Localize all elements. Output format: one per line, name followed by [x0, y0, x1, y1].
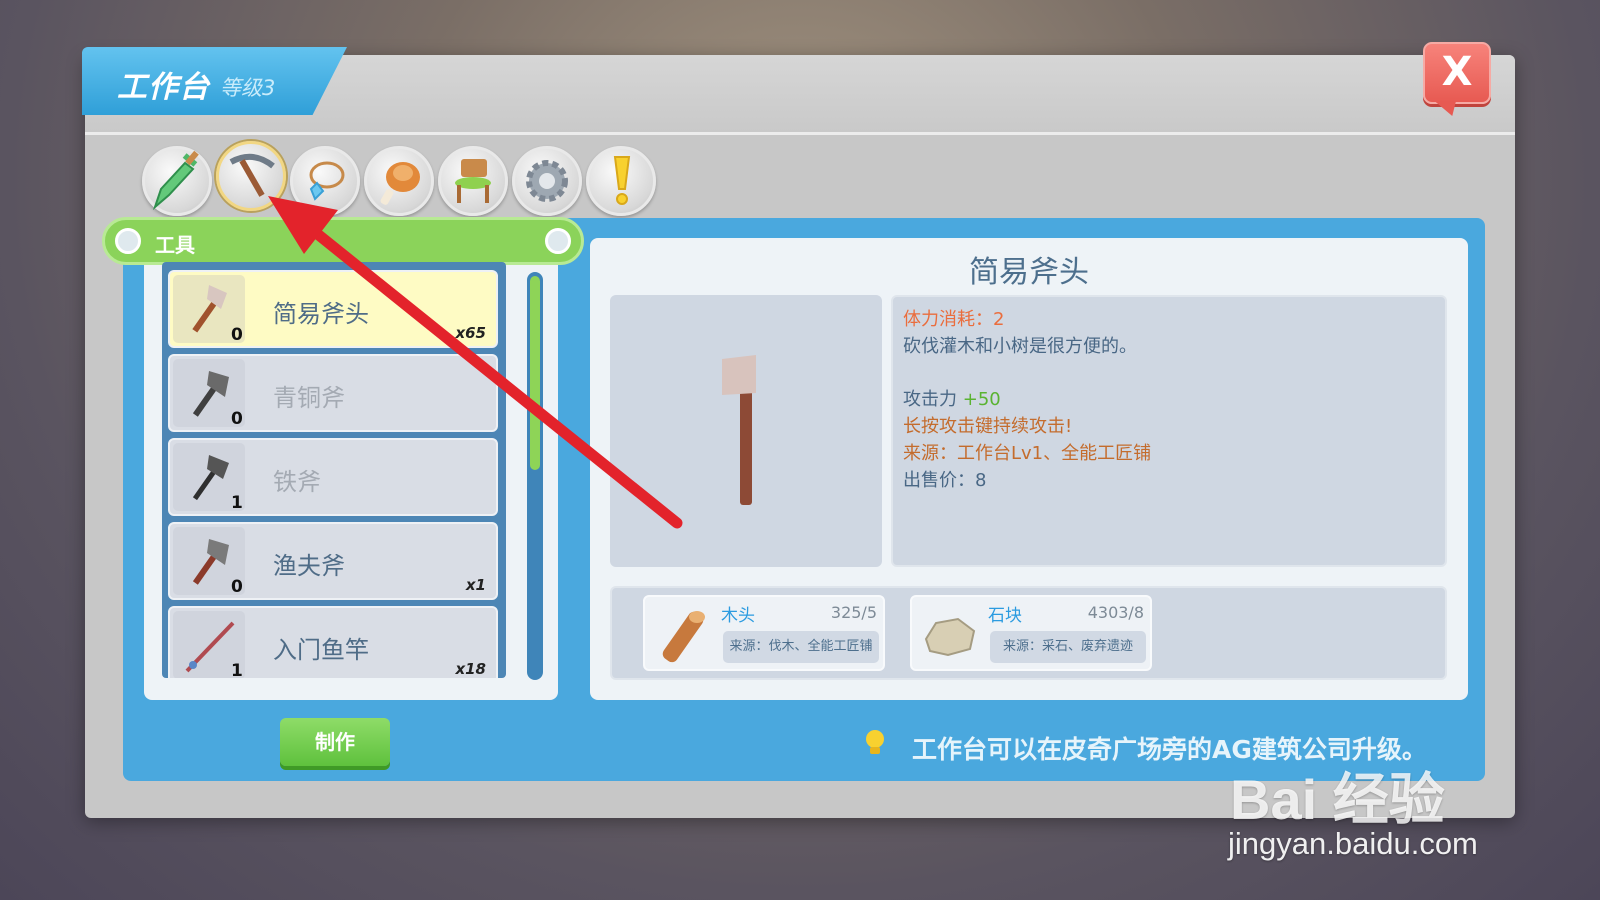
price-line: 出售价：8: [903, 466, 986, 492]
material-source: 来源：采石、废弃遗迹: [990, 631, 1146, 663]
item-name: 简易斧头: [273, 300, 369, 328]
close-button[interactable]: X: [1423, 42, 1491, 104]
item-thumb: 0: [173, 359, 245, 429]
category-furniture-tab[interactable]: [438, 146, 508, 216]
item-name: 青铜斧: [273, 384, 345, 412]
material-source: 来源：伐木、全能工匠铺: [723, 631, 879, 663]
simple-axe-icon: [722, 355, 756, 505]
hold-attack-hint: 长按攻击键持续攻击!: [903, 416, 1073, 437]
list-item-bronze-axe[interactable]: 0 青铜斧: [168, 354, 498, 432]
item-count: 0: [231, 325, 243, 345]
category-tools-tab[interactable]: [216, 141, 286, 211]
item-count: 0: [231, 409, 243, 429]
baidu-watermark-logo: Bai 经验: [1230, 768, 1445, 831]
section-header: 工具: [102, 217, 584, 265]
list-item-beginner-rod[interactable]: 1 入门鱼竿 x18: [168, 606, 498, 678]
attack-label: 攻击力: [903, 389, 957, 410]
item-description: 砍伐灌木和小树是很方便的。: [903, 336, 1137, 357]
baidu-watermark-url: jingyan.baidu.com: [1228, 826, 1478, 861]
material-stone[interactable]: 石块 4303/8 来源：采石、废弃遗迹: [910, 595, 1152, 671]
item-name: 渔夫斧: [273, 552, 345, 580]
item-source: 来源：工作台Lv1、全能工匠铺: [903, 443, 1152, 464]
item-count: 0: [231, 577, 243, 597]
item-name: 入门鱼竿: [273, 636, 369, 664]
detail-title: 简易斧头: [969, 255, 1089, 290]
window-title: 工作台: [117, 70, 210, 105]
meat-icon: [380, 162, 420, 205]
item-thumb: 0: [173, 527, 245, 597]
material-wood[interactable]: 木头 325/5 来源：伐木、全能工匠铺: [643, 595, 885, 671]
fishing-rod-icon: [185, 621, 235, 673]
material-qty: 4303/8: [1087, 603, 1144, 622]
attack-line: 攻击力 +50: [903, 385, 1001, 411]
list-item-iron-axe[interactable]: 1 铁斧: [168, 438, 498, 516]
item-name: 铁斧: [273, 468, 321, 496]
iron-axe-icon: [192, 455, 229, 501]
item-preview: [610, 295, 882, 567]
exclamation-icon: [613, 156, 631, 205]
lightbulb-icon: [866, 730, 884, 754]
material-qty: 325/5: [830, 603, 877, 622]
item-thumb: 0: [173, 275, 245, 345]
item-owned-count: x1: [465, 576, 486, 594]
material-name: 石块: [988, 606, 1022, 626]
item-list[interactable]: 0 简易斧头 x65 0 青铜斧 1 铁斧 0 渔夫斧 x1 1 入门鱼竿 x1…: [162, 262, 506, 678]
chair-icon: [455, 159, 491, 203]
simple-axe-icon: [192, 285, 227, 333]
item-description-box: 体力消耗：2 砍伐灌木和小树是很方便的。 攻击力 +50 长按攻击键持续攻击! …: [891, 295, 1447, 567]
scrollbar-thumb[interactable]: [530, 276, 540, 470]
stamina-label: 体力消耗：: [903, 309, 993, 330]
stone-icon: [924, 617, 976, 657]
item-owned-count: x18: [455, 660, 486, 678]
category-weapons-tab[interactable]: [142, 146, 212, 216]
gear-icon: [526, 160, 568, 202]
fisherman-axe-icon: [192, 539, 229, 585]
item-owned-count: x65: [455, 324, 486, 342]
price-value: 8: [975, 470, 987, 491]
category-quest-tab[interactable]: [586, 146, 656, 216]
attack-value: +50: [962, 389, 1001, 410]
necklace-icon: [309, 161, 345, 201]
material-name: 木头: [721, 606, 755, 626]
wood-log-icon: [662, 611, 705, 663]
category-parts-tab[interactable]: [512, 146, 582, 216]
stamina-line: 体力消耗：2: [903, 305, 1004, 331]
craft-button[interactable]: 制作: [280, 718, 390, 766]
item-count: 1: [231, 661, 243, 678]
item-count: 1: [231, 493, 243, 513]
workbench-level: 等级3: [220, 76, 276, 100]
stamina-value: 2: [993, 309, 1005, 330]
section-dot-right: [545, 228, 571, 254]
list-item-simple-axe[interactable]: 0 简易斧头 x65: [168, 270, 498, 348]
category-food-tab[interactable]: [364, 146, 434, 216]
list-item-fisherman-axe[interactable]: 0 渔夫斧 x1: [168, 522, 498, 600]
price-label: 出售价：: [903, 470, 975, 491]
pickaxe-icon: [229, 153, 275, 197]
section-label: 工具: [155, 233, 195, 257]
item-thumb: 1: [173, 611, 245, 678]
item-list-scrollbar[interactable]: [527, 272, 543, 680]
item-thumb: 1: [173, 443, 245, 513]
section-dot-left: [115, 228, 141, 254]
sword-icon: [152, 150, 199, 211]
category-accessories-tab[interactable]: [290, 146, 360, 216]
bronze-axe-icon: [192, 371, 229, 417]
